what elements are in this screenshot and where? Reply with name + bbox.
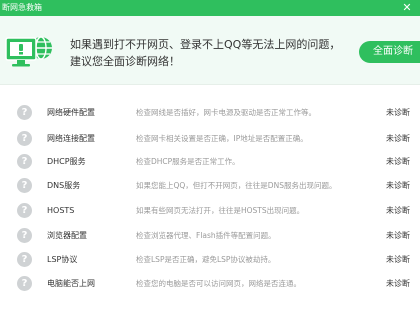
item-name: 网络硬件配置: [47, 108, 95, 117]
item-description: 检查您的电脑是否可以访问网页，网络是否连通。: [136, 279, 301, 288]
item-status: 未诊断: [386, 181, 410, 190]
full-diagnosis-button[interactable]: 全面诊断: [359, 41, 420, 63]
item-description: 如果您能上QQ，但打不开网页，往往是DNS服务出现问题。: [136, 181, 337, 190]
title-bar: 断网急救箱 ✕: [0, 0, 420, 16]
item-name: DHCP服务: [47, 157, 86, 166]
question-icon: ?: [17, 178, 32, 193]
list-item: ? 浏览器配置 检查浏览器代理、Flash插件等配置问题。 未诊断: [0, 224, 420, 248]
list-item: ? 网络连接配置 检查网卡相关设置是否正确，IP地址是否配置正确。 未诊断: [0, 127, 420, 151]
item-name: 电脑能否上网: [47, 279, 95, 288]
item-name: HOSTS: [47, 206, 75, 215]
item-description: 如果有些网页无法打开，往往是HOSTS出现问题。: [136, 206, 305, 215]
list-item: ? HOSTS 如果有些网页无法打开，往往是HOSTS出现问题。 未诊断: [0, 199, 420, 223]
item-status: 未诊断: [386, 108, 410, 117]
item-name: 浏览器配置: [47, 231, 87, 240]
list-item: ? DHCP服务 检查DHCP服务是否正常工作。 未诊断: [0, 150, 420, 174]
banner-message: 如果遇到打不开网页、登录不上QQ等无法上网的问题， 建议您全面诊断网络！: [70, 36, 340, 70]
item-status: 未诊断: [386, 206, 410, 215]
item-description: 检查DHCP服务是否正常工作。: [136, 157, 240, 166]
list-item: ? 电脑能否上网 检查您的电脑是否可以访问网页，网络是否连通。 未诊断: [0, 272, 420, 296]
banner-message-line1: 如果遇到打不开网页、登录不上QQ等无法上网的问题，: [70, 38, 341, 51]
list-item: ? 网络硬件配置 检查网线是否插好，网卡电源及驱动是否正常工作等。 未诊断: [0, 101, 420, 125]
list-item: ? LSP协议 检查LSP是否正确，避免LSP协议被劫持。 未诊断: [0, 248, 420, 272]
question-icon: ?: [17, 276, 32, 291]
list-item: ? DNS服务 如果您能上QQ，但打不开网页，往往是DNS服务出现问题。 未诊断: [0, 174, 420, 198]
item-status: 未诊断: [386, 255, 410, 264]
question-icon: ?: [17, 252, 32, 267]
item-name: LSP协议: [47, 255, 78, 264]
item-name: 网络连接配置: [47, 134, 95, 143]
question-icon: ?: [17, 203, 32, 218]
diagnosis-banner: 如果遇到打不开网页、登录不上QQ等无法上网的问题， 建议您全面诊断网络！ 全面诊…: [0, 16, 420, 85]
item-status: 未诊断: [386, 134, 410, 143]
item-status: 未诊断: [386, 279, 410, 288]
question-icon: ?: [17, 154, 32, 169]
item-description: 检查LSP是否正确，避免LSP协议被劫持。: [136, 255, 276, 264]
item-name: DNS服务: [47, 181, 81, 190]
item-description: 检查网线是否插好，网卡电源及驱动是否正常工作等。: [136, 108, 316, 117]
window-title: 断网急救箱: [2, 3, 42, 12]
item-description: 检查浏览器代理、Flash插件等配置问题。: [136, 231, 276, 240]
item-description: 检查网卡相关设置是否正确，IP地址是否配置正确。: [136, 134, 308, 143]
item-status: 未诊断: [386, 231, 410, 240]
question-icon: ?: [17, 131, 32, 146]
question-icon: ?: [17, 228, 32, 243]
banner-message-line2: 建议您全面诊断网络！: [70, 55, 180, 68]
question-icon: ?: [17, 105, 32, 120]
close-icon[interactable]: ✕: [400, 1, 414, 15]
network-monitor-icon: [5, 36, 52, 67]
item-status: 未诊断: [386, 157, 410, 166]
